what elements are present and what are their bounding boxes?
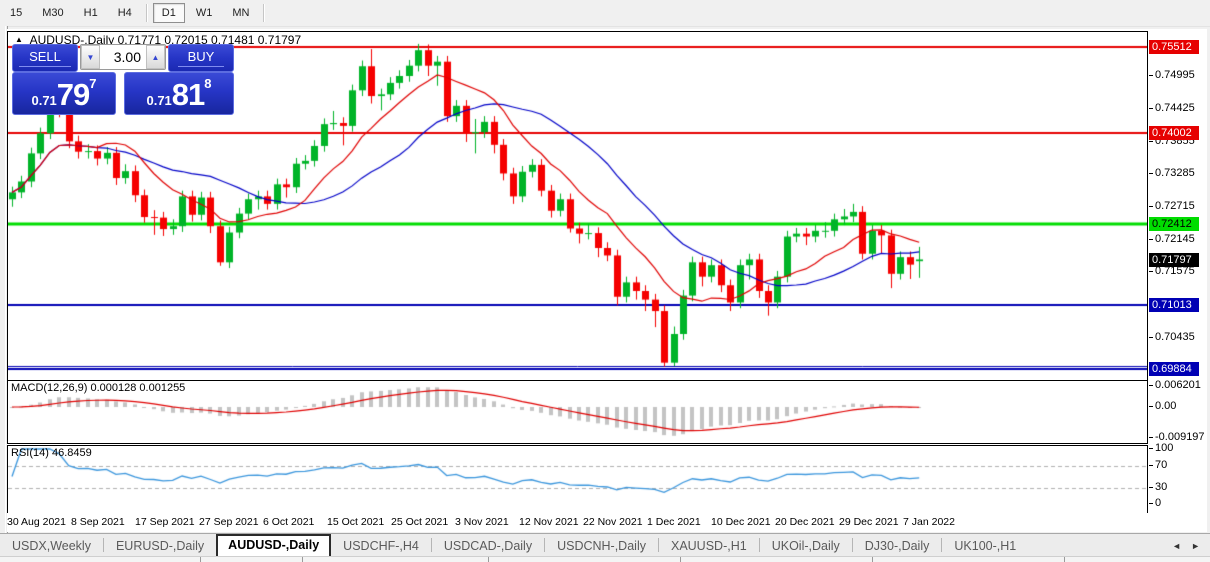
macd-axis-tick: 0.006201	[1155, 379, 1201, 391]
volume-spinner: ▼ ▲	[80, 44, 166, 70]
date-axis-label: 15 Oct 2021	[327, 516, 384, 528]
rsi-axis-tick: 30	[1155, 481, 1167, 493]
date-axis[interactable]: 30 Aug 2021 8 Sep 2021 17 Sep 2021 27 Sep 2…	[7, 513, 1148, 532]
one-click-trading-panel: SELL ▼ ▲ BUY 0.71 79 7 0.71	[12, 44, 234, 115]
terminal-column-divider	[302, 557, 303, 562]
price-axis-tick: 0.70435	[1155, 331, 1195, 343]
date-axis-label: 27 Sep 2021	[199, 516, 259, 528]
timeframe-button-w1[interactable]: W1	[187, 3, 222, 23]
chart-tab-uk100-h1[interactable]: UK100-,H1	[942, 536, 1028, 557]
rsi-label: RSI(14) 46.8459	[11, 447, 92, 459]
date-axis-label: 29 Dec 2021	[839, 516, 899, 528]
buy-price-pip-digit: 8	[204, 76, 211, 91]
sell-button-label: SELL	[19, 49, 71, 67]
chart-tab-eurusd-daily[interactable]: EURUSD-,Daily	[104, 536, 216, 557]
sell-price-pip-digit: 7	[89, 76, 96, 91]
date-axis-label: 3 Nov 2021	[455, 516, 509, 528]
terminal-column-divider	[680, 557, 681, 562]
date-axis-label: 7 Jan 2022	[903, 516, 955, 528]
date-axis-label: 17 Sep 2021	[135, 516, 195, 528]
terminal-column-divider	[872, 557, 873, 562]
chart-tab-usdcnh-daily[interactable]: USDCNH-,Daily	[545, 536, 658, 557]
macd-label: MACD(12,26,9) 0.000128 0.001255	[11, 382, 185, 394]
chart-tab-xauusd-h1[interactable]: XAUUSD-,H1	[659, 536, 759, 557]
chart-collapse-icon[interactable]: ▲	[15, 35, 23, 44]
terminal-column-divider	[200, 557, 201, 562]
date-axis-label: 1 Dec 2021	[647, 516, 701, 528]
price-axis-tick: 0.74995	[1155, 69, 1195, 81]
price-axis-tick: 0.72145	[1155, 233, 1195, 245]
price-level-badge: 0.72412	[1149, 217, 1199, 231]
tab-scroll-left-icon[interactable]: ◄	[1172, 541, 1181, 551]
volume-input[interactable]	[100, 45, 146, 69]
toolbar-separator	[263, 4, 265, 22]
rsi-axis-tick: 0	[1155, 497, 1161, 509]
date-axis-label: 20 Dec 2021	[775, 516, 835, 528]
tab-scroll-buttons: ◄►	[1172, 534, 1210, 557]
date-axis-label: 8 Sep 2021	[71, 516, 125, 528]
macd-axis-tick: 0.00	[1155, 400, 1176, 412]
timeframe-button-15[interactable]: 15	[1, 3, 31, 23]
price-axis-tick: 0.72715	[1155, 200, 1195, 212]
chart-tab-usdchf-h4[interactable]: USDCHF-,H4	[331, 536, 431, 557]
terminal-column-divider	[488, 557, 489, 562]
sell-price-big-digits: 79	[57, 77, 89, 113]
date-axis-label: 30 Aug 2021	[7, 516, 66, 528]
rsi-axis-tick: 100	[1155, 442, 1173, 454]
chart-window[interactable]: ▲ AUDUSD-,Daily 0.71771 0.72015 0.71481 …	[7, 29, 1207, 532]
timeframe-button-mn[interactable]: MN	[223, 3, 258, 23]
buy-price-display[interactable]: 0.71 81 8	[124, 72, 234, 115]
date-axis-label: 22 Nov 2021	[583, 516, 643, 528]
chart-tab-bar: USDX,WeeklyEURUSD-,DailyAUDUSD-,DailyUSD…	[0, 533, 1210, 557]
price-level-badge: 0.71013	[1149, 298, 1199, 312]
tab-scroll-right-icon[interactable]: ►	[1191, 541, 1200, 551]
timeframe-button-d1[interactable]: D1	[153, 3, 185, 23]
price-axis[interactable]: 0.749950.744250.738550.732850.727150.721…	[1149, 29, 1207, 532]
sell-button[interactable]: SELL	[12, 44, 78, 72]
sell-price-display[interactable]: 0.71 79 7	[12, 72, 116, 115]
date-axis-label: 10 Dec 2021	[711, 516, 771, 528]
date-axis-label: 12 Nov 2021	[519, 516, 579, 528]
buy-price-big-digits: 81	[172, 77, 204, 113]
price-level-badge: 0.69884	[1149, 362, 1199, 376]
rsi-indicator-pane[interactable]	[7, 445, 1148, 515]
chart-tab-usdx-weekly[interactable]: USDX,Weekly	[0, 536, 103, 557]
volume-increase-button[interactable]: ▲	[146, 45, 165, 69]
timeframe-button-m30[interactable]: M30	[33, 3, 72, 23]
rsi-axis-tick: 70	[1155, 459, 1167, 471]
date-axis-label: 25 Oct 2021	[391, 516, 448, 528]
timeframe-toolbar: 15M30H1H4 D1W1MN	[0, 0, 1210, 27]
price-axis-tick: 0.71575	[1155, 265, 1195, 277]
price-axis-tick: 0.73285	[1155, 167, 1195, 179]
buy-button-label: BUY	[178, 49, 225, 67]
volume-decrease-button[interactable]: ▼	[81, 45, 100, 69]
timeframe-button-h1[interactable]: H1	[75, 3, 107, 23]
chart-tab-audusd-daily[interactable]: AUDUSD-,Daily	[216, 534, 331, 557]
timeframe-button-h4[interactable]: H4	[109, 3, 141, 23]
terminal-column-divider	[1064, 557, 1065, 562]
date-axis-label: 6 Oct 2021	[263, 516, 314, 528]
buy-button[interactable]: BUY	[168, 44, 234, 72]
chart-tab-dj30-daily[interactable]: DJ30-,Daily	[853, 536, 942, 557]
toolbar-separator	[146, 4, 148, 22]
sell-price-prefix: 0.71	[31, 93, 56, 108]
price-level-badge: 0.74002	[1149, 126, 1199, 140]
price-axis-tick: 0.74425	[1155, 102, 1195, 114]
price-level-badge: 0.75512	[1149, 40, 1199, 54]
chart-tab-usdcad-daily[interactable]: USDCAD-,Daily	[432, 536, 544, 557]
current-price-badge: 0.71797	[1149, 253, 1199, 267]
chart-tab-ukoil-daily[interactable]: UKOil-,Daily	[760, 536, 852, 557]
mt4-terminal: 15M30H1H4D1W1MN ▲ AUDUSD-,Daily 0.71771 …	[0, 0, 1210, 562]
buy-price-prefix: 0.71	[146, 93, 171, 108]
terminal-panel-edge	[0, 556, 1210, 562]
